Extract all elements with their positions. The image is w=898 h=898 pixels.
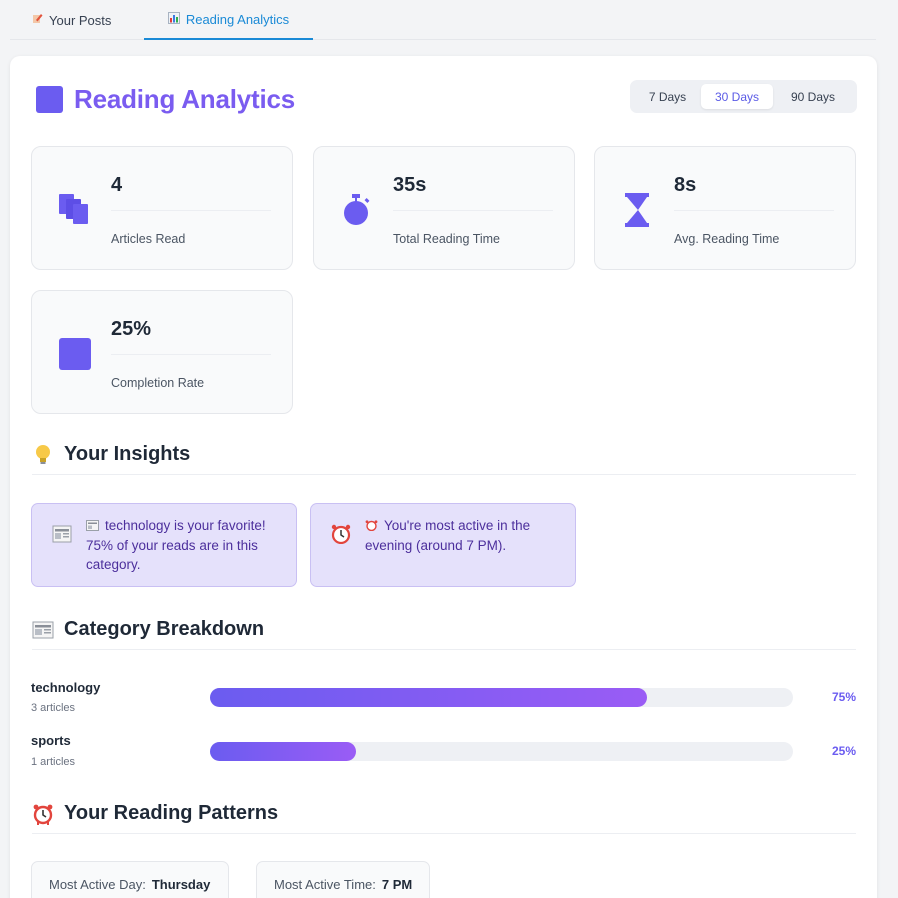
divider (393, 210, 553, 211)
stopwatch-icon (340, 193, 374, 227)
newspaper-icon (86, 517, 99, 531)
stat-value: 4 (111, 174, 123, 196)
tab-your-posts[interactable]: Your Posts (32, 0, 111, 40)
category-name: technology (31, 680, 101, 695)
section-title: Your Reading Patterns (64, 802, 279, 824)
stat-card-articles-read: 4 Articles Read (31, 146, 293, 270)
pattern-value: 7 PM (381, 876, 413, 892)
category-count: 3 articles (31, 702, 76, 714)
pattern-value: Thursday (151, 876, 211, 892)
reading-patterns-header: Your Reading Patterns (32, 794, 856, 834)
divider (111, 354, 271, 355)
page-header: Reading Analytics (36, 84, 295, 115)
stat-card-total-reading-time: 35s Total Reading Time (313, 146, 575, 270)
insight-card-favorite-category: technology is your favorite! 75% of your… (31, 503, 297, 587)
insight-text: You're most active in the evening (aroun… (365, 516, 565, 555)
stat-card-completion-rate: 25% Completion Rate (31, 290, 293, 414)
square-icon (58, 337, 92, 371)
stat-value: 8s (674, 174, 697, 196)
stat-label: Total Reading Time (393, 232, 501, 246)
page-title: Reading Analytics (74, 84, 296, 114)
pattern-label: Most Active Time: (274, 876, 376, 892)
alarm-clock-icon (32, 803, 54, 825)
tab-label: Your Posts (49, 12, 112, 28)
category-progress-track (210, 742, 793, 761)
category-count: 1 articles (31, 756, 76, 768)
range-30-days-button[interactable]: 30 Days (701, 84, 773, 109)
insights-header: Your Insights (32, 435, 856, 475)
insight-message: You're most active in the evening (aroun… (365, 518, 531, 553)
most-active-time: Most Active Time: 7 PM (256, 861, 430, 898)
category-breakdown-header: Category Breakdown (32, 610, 856, 650)
divider (111, 210, 271, 211)
analytics-logo-icon (36, 86, 63, 113)
range-7-days-button[interactable]: 7 Days (634, 84, 701, 109)
insight-message: technology is your favorite! 75% of your… (86, 518, 266, 572)
hourglass-icon (621, 193, 655, 227)
analytics-card: Reading Analytics 7 Days 30 Days 90 Days… (10, 56, 877, 898)
newspaper-icon (32, 619, 54, 641)
pencil-icon (32, 13, 43, 27)
category-progress-track (210, 688, 793, 707)
category-name: sports (31, 733, 71, 748)
stat-label: Completion Rate (111, 376, 205, 390)
category-progress-fill (210, 742, 356, 761)
divider (674, 210, 834, 211)
lightbulb-icon (32, 444, 54, 466)
section-title: Category Breakdown (64, 618, 265, 640)
category-percent: 25% (831, 744, 856, 758)
stat-value: 35s (393, 174, 427, 196)
stat-value: 25% (111, 318, 152, 340)
stat-label: Avg. Reading Time (674, 232, 780, 246)
most-active-day: Most Active Day: Thursday (31, 861, 229, 898)
tab-bar: Your Posts Reading Analytics (10, 0, 876, 40)
tab-label: Reading Analytics (185, 11, 290, 27)
time-range-selector: 7 Days 30 Days 90 Days (630, 80, 857, 113)
tab-reading-analytics[interactable]: Reading Analytics (144, 0, 313, 40)
pattern-label: Most Active Day: (49, 876, 146, 892)
alarm-clock-icon (331, 524, 351, 545)
category-progress-fill (210, 688, 648, 707)
insight-card-active-time: You're most active in the evening (aroun… (310, 503, 576, 587)
alarm-clock-icon (365, 517, 378, 532)
bar-chart-icon (167, 11, 180, 27)
documents-icon (58, 193, 92, 227)
range-90-days-button[interactable]: 90 Days (773, 84, 853, 109)
category-percent: 75% (831, 690, 856, 704)
insight-text: technology is your favorite! 75% of your… (86, 516, 286, 575)
stat-card-avg-reading-time: 8s Avg. Reading Time (594, 146, 856, 270)
section-title: Your Insights (64, 443, 191, 465)
newspaper-icon (52, 524, 72, 544)
stat-label: Articles Read (111, 232, 186, 246)
